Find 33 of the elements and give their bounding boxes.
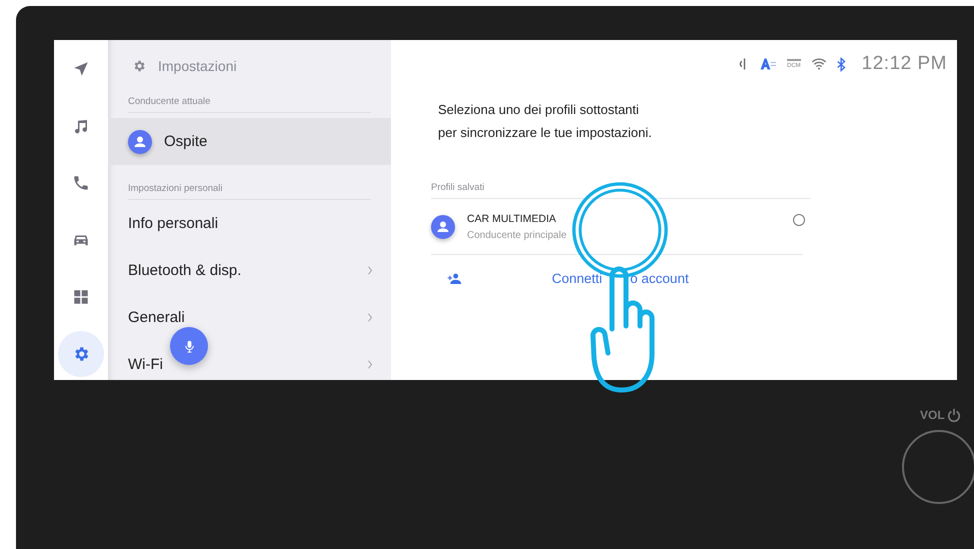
music-icon — [72, 117, 90, 135]
profile-name: Ospite — [164, 133, 208, 150]
phone-icon — [72, 174, 90, 192]
avatar-icon — [128, 130, 152, 154]
text-size-icon — [760, 58, 777, 70]
volume-label: VOL — [920, 408, 945, 422]
settings-icon — [132, 59, 146, 73]
connect-account-link[interactable]: o account — [630, 270, 689, 286]
radio-button[interactable] — [793, 214, 805, 226]
navigation-icon — [72, 60, 90, 78]
profile-role: Conducente principale — [467, 230, 568, 241]
panel-title: Impostazioni — [158, 58, 237, 74]
connect-account-link[interactable]: Connetti — [552, 270, 602, 286]
menu-item[interactable]: Bluetooth & disp. — [128, 262, 242, 279]
section-heading: Profili salvati — [431, 182, 810, 199]
power-icon — [946, 408, 961, 422]
menu-item[interactable]: Info personali — [128, 215, 218, 232]
profile-name: CAR MULTIMEDIA — [467, 212, 558, 226]
profile-row[interactable]: CAR MULTIMEDIA Conducente principale — [431, 199, 803, 255]
add-person-icon — [447, 272, 462, 284]
settings-button[interactable] — [58, 331, 104, 377]
apps-icon — [72, 288, 90, 306]
menu-item[interactable]: Wi-Fi — [128, 356, 163, 373]
bluetooth-icon — [836, 56, 846, 72]
profile-item[interactable]: Ospite — [108, 118, 391, 165]
instruction-text: Seleziona uno dei profili sottostanti per sincronizzare le tue impostazioni. — [438, 101, 653, 142]
clock: 12:12 PM — [862, 53, 947, 75]
avatar-icon — [431, 214, 455, 238]
volume-knob[interactable] — [902, 430, 974, 504]
wifi-icon — [810, 58, 827, 70]
section-heading: Impostazioni personali — [128, 165, 371, 200]
menu-item[interactable]: Generali — [128, 309, 185, 326]
section-heading: Conducente attuale — [128, 78, 371, 113]
